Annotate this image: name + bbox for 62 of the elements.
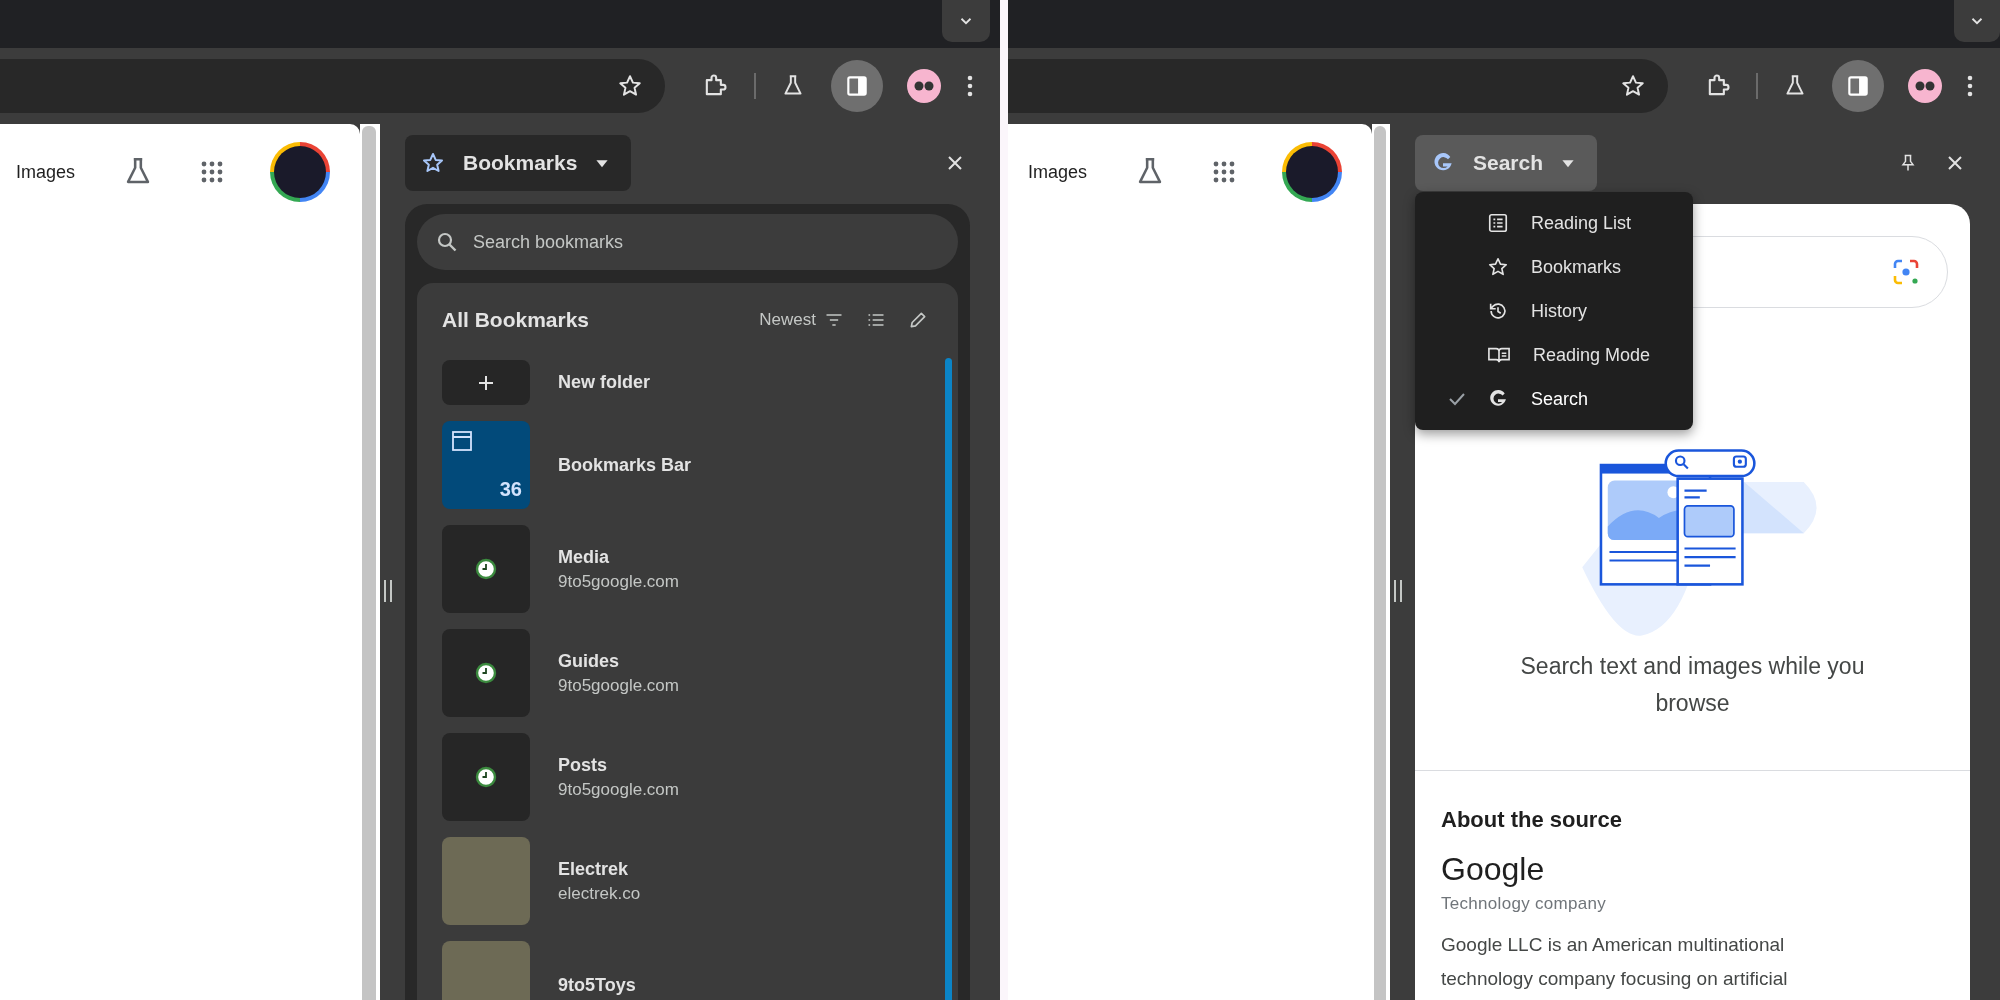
source-subtitle: Technology company — [1441, 894, 1607, 914]
apps-grid-icon[interactable] — [1212, 160, 1237, 184]
menu-item[interactable]: Reading Mode — [1415, 333, 1693, 377]
bookmark-url: 9to5google.com — [558, 571, 679, 592]
menu-icon[interactable] — [965, 73, 974, 99]
source-description: Google LLC is an American multinational technology company focusing on artificial — [1441, 933, 1789, 991]
folder-tile[interactable]: 36 — [442, 421, 530, 509]
star-icon — [421, 151, 445, 175]
menu-item[interactable]: Search — [1415, 377, 1693, 421]
side-panel-button[interactable] — [830, 60, 883, 112]
clock-icon — [475, 766, 497, 788]
tagline-text: Search text and images while you browse — [1519, 652, 1866, 718]
bookmark-title[interactable]: New folder — [558, 372, 650, 393]
apps-grid-icon[interactable] — [200, 160, 225, 184]
list-icon — [1487, 212, 1509, 234]
menu-item[interactable]: History — [1415, 289, 1693, 333]
section-heading: All Bookmarks — [442, 308, 591, 332]
history-icon — [1487, 300, 1509, 322]
bookmark-title[interactable]: Media — [558, 546, 679, 568]
bookmark-star-icon[interactable] — [1620, 73, 1646, 99]
panel-picker[interactable]: Search — [1415, 135, 1598, 191]
about-heading: About the source — [1441, 807, 1622, 833]
pencil-icon[interactable] — [908, 310, 928, 330]
close-icon[interactable] — [946, 154, 964, 172]
menu-item[interactable]: Bookmarks — [1415, 245, 1693, 289]
menu-icon[interactable] — [1966, 73, 1974, 99]
menu-item[interactable]: Reading List — [1415, 201, 1693, 245]
images-link[interactable]: Images — [1028, 161, 1088, 183]
resize-handle[interactable] — [1394, 580, 1402, 602]
sort-button[interactable]: Newest — [759, 310, 844, 330]
bookmark-url: 9to5google.com — [558, 779, 679, 800]
favicon-tile[interactable] — [442, 525, 530, 613]
avatar-icon[interactable] — [907, 69, 942, 103]
bookmark-url: electrek.co — [558, 883, 641, 904]
side-panel-button[interactable] — [1832, 60, 1884, 112]
scrollbar-thumb[interactable] — [362, 126, 376, 1000]
bookmark-title[interactable]: Posts — [558, 754, 679, 776]
bookmark-title[interactable]: 9to5Toys — [558, 974, 636, 996]
images-link[interactable]: Images — [16, 161, 76, 183]
camera-lens-icon[interactable] — [1891, 257, 1921, 287]
window-icon — [450, 429, 474, 453]
source-name: Google — [1441, 851, 1545, 888]
bookmark-star-icon[interactable] — [617, 73, 643, 99]
panel-picker[interactable]: Bookmarks — [405, 135, 632, 191]
scrollbar-thumb[interactable] — [1374, 126, 1386, 1000]
bookmark-title[interactable]: Electrek — [558, 858, 641, 880]
star-icon — [1487, 256, 1509, 278]
plus-icon — [477, 373, 495, 392]
bookmark-url: 9to5google.com — [558, 675, 679, 696]
favicon-tile[interactable] — [442, 629, 530, 717]
avatar-icon[interactable] — [1908, 69, 1942, 103]
clock-icon — [475, 662, 497, 684]
search-field[interactable]: Search bookmarks — [417, 214, 958, 270]
bookmark-title[interactable]: Bookmarks Bar — [558, 454, 692, 476]
resize-handle[interactable] — [384, 580, 392, 602]
favicon-tile[interactable] — [442, 733, 530, 821]
side-panel-icon — [1845, 73, 1871, 99]
item-count: 36 — [499, 478, 522, 501]
scrollbar-thumb[interactable] — [945, 358, 952, 1000]
clock-icon — [475, 558, 497, 580]
bookmark-title[interactable]: Guides — [558, 650, 679, 672]
close-icon[interactable] — [1946, 154, 1964, 172]
